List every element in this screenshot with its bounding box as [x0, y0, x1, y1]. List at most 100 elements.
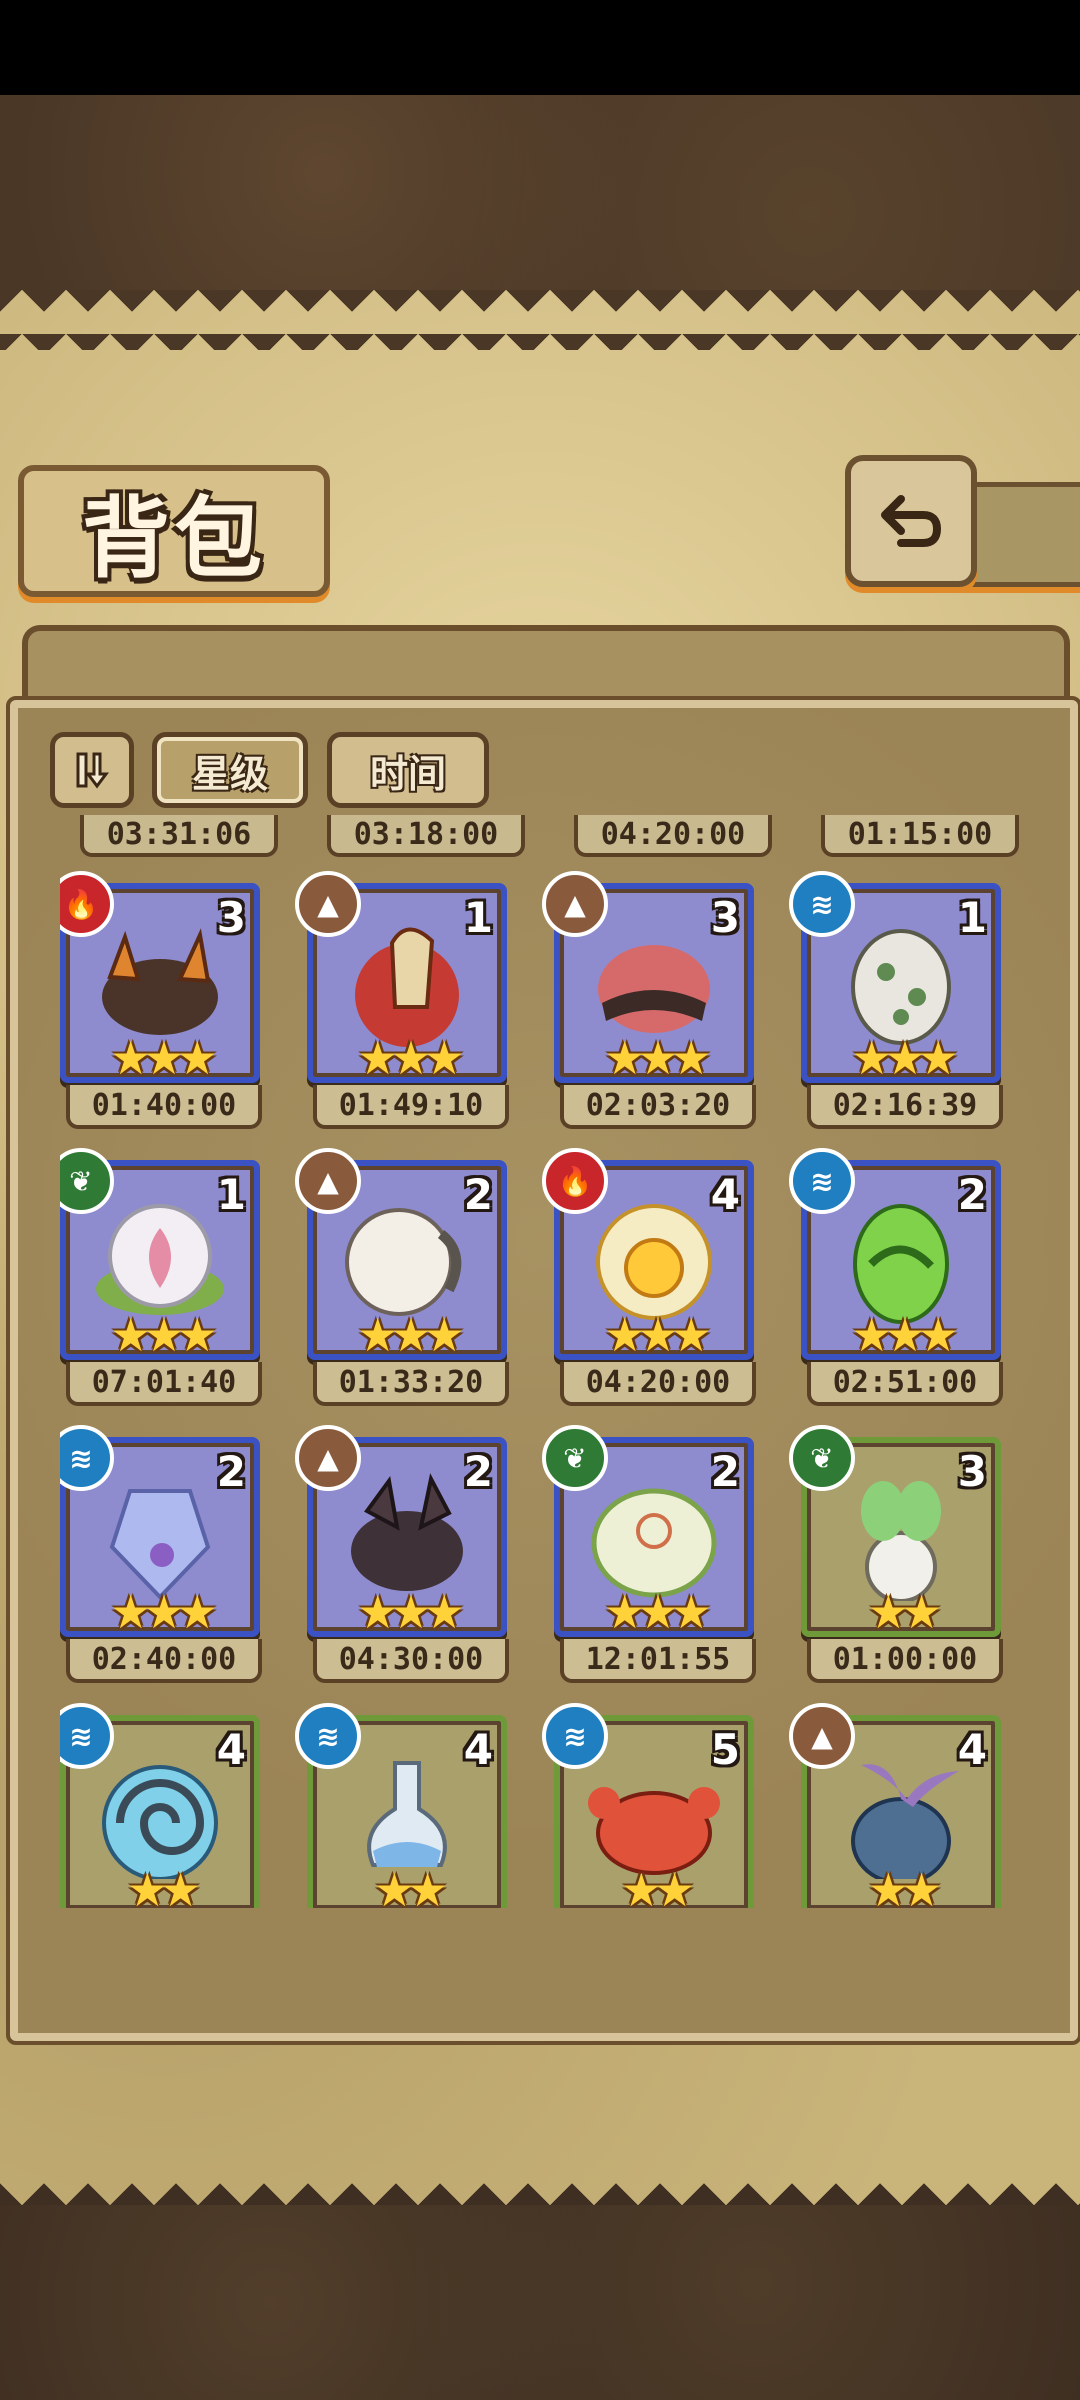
hatch-timer: 01:49:10 [313, 1085, 509, 1129]
egg-count: 3 [216, 893, 246, 942]
egg-count: 2 [216, 1447, 246, 1496]
sort-order-toggle-button[interactable] [50, 732, 134, 808]
egg-count: 2 [710, 1447, 740, 1496]
egg-card[interactable]: 4 🔥 ★★★ 04:20:00 [542, 1148, 756, 1406]
wave-icon: ≋ [789, 871, 855, 937]
egg-card[interactable]: 5 ≋ ★★ [542, 1703, 754, 1908]
star-rating: ★★★ [357, 1585, 465, 1639]
green-slime-egg-icon [853, 1204, 949, 1324]
page-title: 背包 [81, 485, 266, 590]
star-rating: ★★★ [604, 1031, 712, 1085]
star-rating: ★★★ [110, 1031, 218, 1085]
egg-card[interactable]: 2 ≋ ★★★ 02:51:00 [789, 1148, 1003, 1406]
mountain-icon: ▲ [789, 1703, 855, 1769]
back-button[interactable] [845, 455, 977, 587]
egg-card[interactable]: 2 ≋ ★★★ 02:40:00 [60, 1425, 262, 1683]
shell-egg-icon [102, 1765, 218, 1879]
flask-egg-icon [367, 1761, 447, 1867]
previous-row-timer: 03:31:06 [80, 815, 278, 857]
star-rating: ★★★ [110, 1308, 218, 1362]
whale-tail-egg-icon [851, 1764, 959, 1879]
leaf-pod-egg-icon [591, 1488, 717, 1598]
hatch-timer: 04:30:00 [313, 1639, 509, 1683]
hatch-timer: 01:40:00 [66, 1085, 262, 1129]
star-rating: ★★ [867, 1585, 942, 1639]
star-rating: ★★★ [851, 1308, 959, 1362]
egg-card[interactable]: 3 🔥 ★★★ 01:40:00 [60, 871, 262, 1129]
map-header-band [0, 95, 1080, 290]
map-footer-band [0, 2205, 1080, 2400]
sort-by-star-button[interactable]: 星级 [152, 732, 308, 808]
leaf-icon: ❦ [789, 1425, 855, 1491]
star-rating: ★★★ [604, 1308, 712, 1362]
star-rating: ★★ [373, 1863, 448, 1908]
star-rating: ★★ [126, 1863, 201, 1908]
star-rating: ★★ [620, 1863, 695, 1908]
egg-count: 4 [463, 1725, 493, 1774]
egg-count: 3 [710, 893, 740, 942]
pink-cat-egg-icon [598, 945, 710, 1033]
egg-count: 4 [957, 1725, 987, 1774]
egg-count: 1 [957, 893, 987, 942]
inventory-grid[interactable]: 03:31:06 03:18:00 04:20:00 01:15:00 3 🔥 ★★… [60, 815, 1030, 1908]
hatch-timer: 07:01:40 [66, 1362, 262, 1406]
mountain-icon: ▲ [542, 871, 608, 937]
star-rating: ★★★ [357, 1031, 465, 1085]
back-arrow-icon [881, 495, 942, 547]
star-rating: ★★★ [851, 1031, 959, 1085]
egg-card[interactable]: 4 ▲ ★★ [789, 1703, 1001, 1908]
egg-count: 5 [710, 1725, 740, 1774]
wave-icon: ≋ [542, 1703, 608, 1769]
hatch-timer: 12:01:55 [560, 1639, 756, 1683]
egg-card[interactable]: 1 ❦ ★★★ 07:01:40 [60, 1148, 262, 1406]
egg-count: 2 [463, 1447, 493, 1496]
previous-row-timer: 01:15:00 [821, 815, 1019, 857]
crystal-egg-icon [109, 1489, 211, 1600]
sort-toggle-icon [76, 752, 109, 789]
leaf-icon: ❦ [542, 1425, 608, 1491]
egg-card[interactable]: 2 ▲ ★★★ 01:33:20 [295, 1148, 509, 1406]
egg-card[interactable]: 1 ▲ ★★★ 01:49:10 [295, 871, 509, 1129]
star-rating: ★★★ [604, 1585, 712, 1639]
zigzag-bottom-border [0, 2125, 1080, 2205]
hatch-timer: 02:51:00 [807, 1362, 1003, 1406]
status-bar [0, 0, 1080, 95]
fluffy-horn-egg-icon [345, 1208, 462, 1316]
egg-count: 4 [216, 1725, 246, 1774]
egg-card[interactable]: 2 ❦ ★★★ 12:01:55 [542, 1425, 756, 1683]
zigzag-top-border [0, 290, 1080, 350]
hatch-timer: 02:03:20 [560, 1085, 756, 1129]
hatch-timer: 02:40:00 [66, 1639, 262, 1683]
title-plate: 背包 [18, 465, 330, 597]
previous-row-timer: 04:20:00 [574, 815, 772, 857]
star-rating: ★★ [867, 1863, 942, 1908]
sun-egg-icon [596, 1204, 712, 1320]
wave-icon: ≋ [295, 1703, 361, 1769]
egg-card[interactable]: 3 ❦ ★★ 01:00:00 [789, 1425, 1003, 1683]
stone-egg-icon [851, 929, 951, 1045]
star-rating: ★★★ [357, 1308, 465, 1362]
egg-count: 2 [957, 1170, 987, 1219]
panel-header [22, 625, 1070, 711]
hatch-timer: 01:00:00 [807, 1639, 1003, 1683]
egg-count: 3 [957, 1447, 987, 1496]
hatch-timer: 01:33:20 [313, 1362, 509, 1406]
hatch-timer: 02:16:39 [807, 1085, 1003, 1129]
mountain-icon: ▲ [295, 1148, 361, 1214]
egg-count: 1 [463, 893, 493, 942]
egg-card[interactable]: 4 ≋ ★★ [60, 1703, 260, 1908]
turnip-egg-icon [861, 1481, 941, 1601]
egg-card[interactable]: 1 ≋ ★★★ 02:16:39 [789, 871, 1003, 1129]
mountain-icon: ▲ [295, 1425, 361, 1491]
egg-card[interactable]: 3 ▲ ★★★ 02:03:20 [542, 871, 756, 1129]
spiky-dark-egg-icon [102, 928, 218, 1035]
dark-wing-egg-icon [351, 1473, 463, 1591]
egg-count: 4 [710, 1170, 740, 1219]
lotus-egg-icon [96, 1204, 224, 1315]
crab-egg-icon [588, 1787, 720, 1875]
egg-count: 2 [463, 1170, 493, 1219]
red-helmet-egg-icon [355, 927, 459, 1047]
sort-by-time-button[interactable]: 时间 [327, 732, 489, 808]
egg-card[interactable]: 4 ≋ ★★ [295, 1703, 507, 1908]
egg-card[interactable]: 2 ▲ ★★★ 04:30:00 [295, 1425, 509, 1683]
